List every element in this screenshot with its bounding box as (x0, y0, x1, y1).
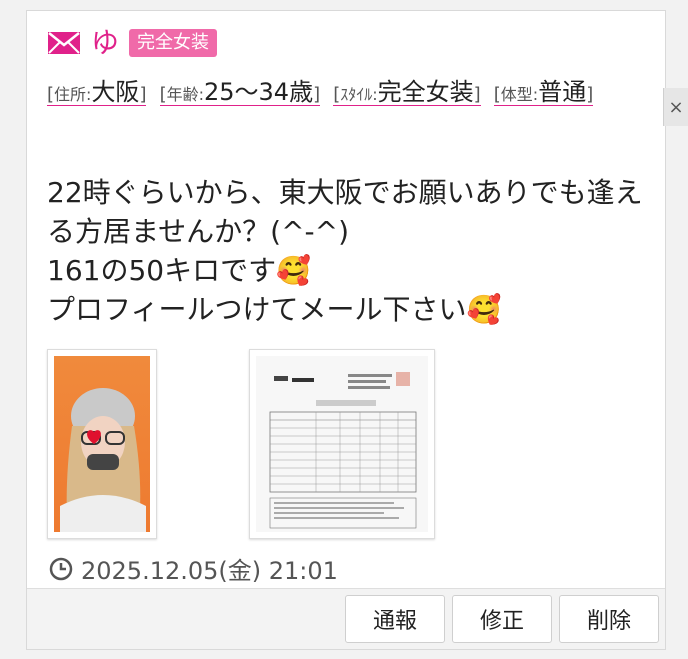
person-photo-icon (60, 388, 146, 532)
timestamp-text: 2025.12.05(金) 21:01 (81, 557, 338, 585)
attr-style: [ｽﾀｲﾙ:完全女装] (333, 78, 481, 106)
attr-key: ｽﾀｲﾙ: (340, 85, 378, 104)
profile-attributes: [住所:大阪] [年齢:25〜34歳] [ｽﾀｲﾙ:完全女装] [体型:普通] (47, 73, 647, 114)
document-thumbnail[interactable] (249, 349, 435, 539)
clock-icon (49, 557, 73, 580)
report-button[interactable]: 通報 (345, 595, 445, 643)
edit-button[interactable]: 修正 (452, 595, 552, 643)
username[interactable]: ゆ (91, 29, 119, 57)
document-image (256, 356, 428, 532)
close-icon[interactable]: × (663, 88, 688, 126)
attr-age: [年齢:25〜34歳] (159, 78, 321, 106)
delete-button[interactable]: 削除 (559, 595, 659, 643)
attr-address: [住所:大阪] (47, 78, 147, 106)
mail-icon (48, 32, 80, 54)
post-card: ゆ 完全女装 [住所:大阪] [年齢:25〜34歳] [ｽﾀｲﾙ:完全女装] [… (26, 10, 666, 650)
attr-value: 25〜34歳 (204, 78, 314, 106)
attachments (47, 349, 435, 539)
post-header: ゆ 完全女装 (47, 29, 218, 57)
attr-key: 年齢: (166, 85, 204, 104)
post-message: 22時ぐらいから、東大阪でお願いありでも逢える方居ませんか？(^-^) 161の… (47, 176, 643, 326)
action-bar: 通報 修正 削除 (27, 588, 665, 649)
page: ゆ 完全女装 [住所:大阪] [年齢:25〜34歳] [ｽﾀｲﾙ:完全女装] [… (0, 0, 688, 659)
attr-value: 大阪 (91, 78, 140, 106)
post-timestamp: 2025.12.05(金) 21:01 (49, 551, 338, 586)
attr-key: 体型: (500, 85, 539, 104)
attr-value: 普通 (538, 78, 587, 106)
photo-thumbnail[interactable] (47, 349, 157, 539)
attr-key: 住所: (54, 85, 92, 104)
attr-value: 完全女装 (377, 78, 474, 106)
document-icon (256, 356, 428, 532)
profile-photo (54, 356, 150, 532)
attr-body-type: [体型:普通] (493, 78, 594, 106)
style-badge: 完全女装 (129, 29, 218, 57)
